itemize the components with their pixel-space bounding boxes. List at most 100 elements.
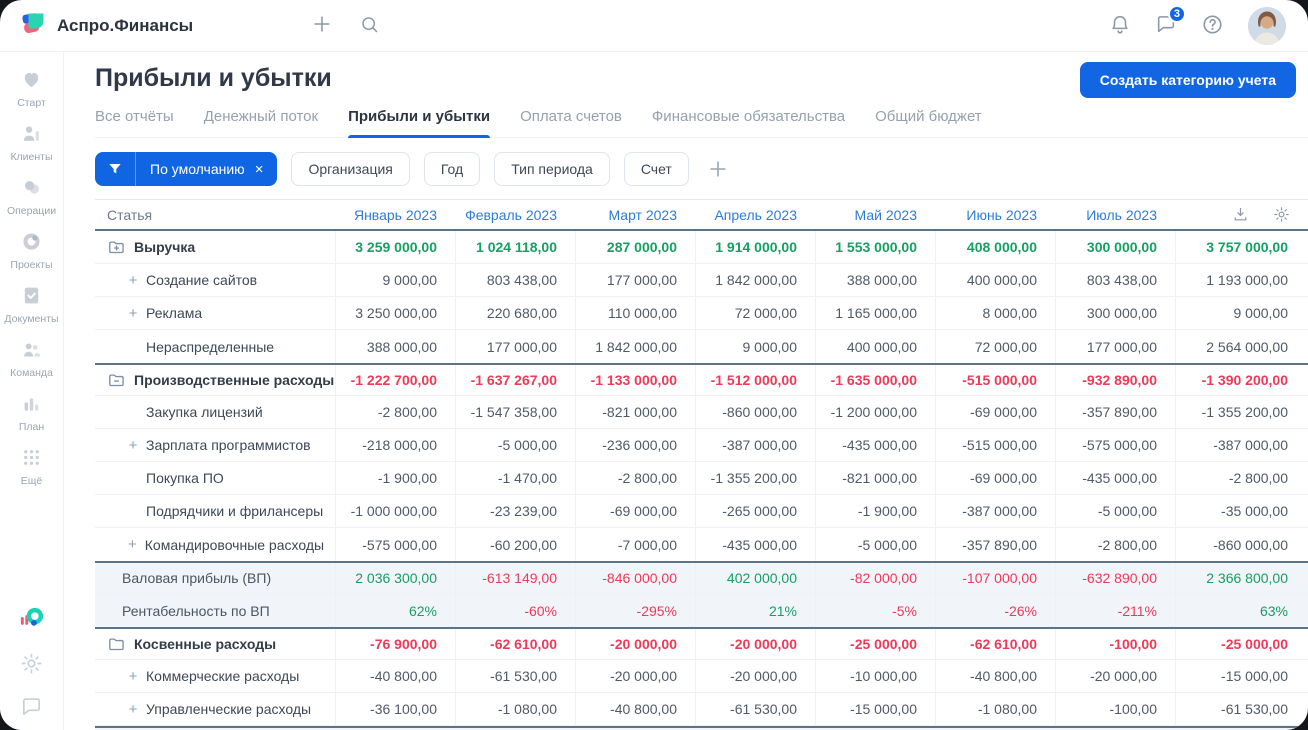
- avatar[interactable]: [1248, 6, 1286, 45]
- value-cell: -15 000,00: [815, 693, 935, 725]
- folder-icon[interactable]: [107, 635, 126, 654]
- expand-plus-icon[interactable]: +: [128, 437, 138, 454]
- table-row[interactable]: Выручка 3 259 000,00 1 024 118,00 287 000,0…: [95, 231, 1308, 264]
- value-cell: 388 000,00: [335, 330, 455, 363]
- expand-plus-icon[interactable]: +: [128, 536, 137, 553]
- expand-plus-icon[interactable]: +: [128, 668, 138, 685]
- table-row[interactable]: Валовая прибыль (ВП) 2 036 300,00 -613 149…: [95, 561, 1308, 594]
- product-logo-icon[interactable]: [18, 605, 45, 632]
- value-cell: 2 366 800,00: [1175, 563, 1308, 593]
- value-cell: -860 000,00: [1175, 528, 1308, 561]
- column-header-month-3[interactable]: Апрель 2023: [695, 200, 815, 229]
- table-row[interactable]: Рентабельность по ВП 62% -60% -295% 21% -5% -2…: [95, 594, 1308, 627]
- table-row[interactable]: + Создание сайтов 9 000,00 803 438,00 177 00…: [95, 264, 1308, 297]
- projects-icon: [20, 230, 43, 256]
- chat-icon[interactable]: 3: [1155, 5, 1186, 38]
- table-header-row: Статья Январь 2023 Февраль 2023 Март 2023 Ап…: [95, 199, 1308, 231]
- download-icon[interactable]: [1232, 206, 1249, 223]
- table-row[interactable]: Покупка ПО -1 900,00 -1 470,00 -2 800,00 -1 …: [95, 462, 1308, 495]
- value-cell: -821 000,00: [815, 462, 935, 494]
- notification-badge: 3: [1167, 5, 1186, 23]
- value-cell: -26%: [935, 594, 1055, 627]
- value-cell: -1 222 700,00: [335, 365, 455, 395]
- sidebar-item-team[interactable]: Команда: [10, 338, 53, 379]
- column-header-month-1[interactable]: Февраль 2023: [455, 200, 575, 229]
- value-cell: 9 000,00: [695, 330, 815, 363]
- column-header-month-4[interactable]: Май 2023: [815, 200, 935, 229]
- table-row[interactable]: Подрядчики и фрилансеры -1 000 000,00 -23 …: [95, 495, 1308, 528]
- table-row[interactable]: + Зарплата программистов -218 000,00 -5 000…: [95, 429, 1308, 462]
- support-chat-icon[interactable]: [20, 695, 43, 718]
- table-row[interactable]: + Управленческие расходы -36 100,00 -1 080,…: [95, 693, 1308, 726]
- sidebar-item-more[interactable]: Ещё: [20, 446, 43, 487]
- value-cell: 177 000,00: [575, 264, 695, 296]
- value-cell: -36 100,00: [335, 693, 455, 725]
- sidebar-item-operations[interactable]: Операции: [7, 176, 56, 217]
- value-cell: 400 000,00: [935, 264, 1055, 296]
- value-cell: -35 000,00: [1175, 495, 1308, 527]
- app-name: Аспро.Финансы: [57, 15, 194, 35]
- remove-filter-icon[interactable]: ×: [255, 162, 264, 177]
- filter-chip-3[interactable]: Счет: [623, 152, 689, 186]
- row-label: Производственные расходы: [134, 372, 335, 388]
- tab-1[interactable]: Денежный поток: [204, 104, 318, 137]
- table-row[interactable]: + Реклама 3 250 000,00 220 680,00 110 000,00…: [95, 297, 1308, 330]
- active-filter-pill[interactable]: По умолчанию ×: [95, 152, 278, 186]
- tab-3[interactable]: Оплата счетов: [520, 104, 622, 137]
- value-cell: -1 133 000,00: [575, 365, 695, 395]
- row-label-cell: Рентабельность по ВП: [95, 594, 335, 627]
- filter-chip-0[interactable]: Организация: [291, 152, 410, 186]
- row-label: Выручка: [134, 239, 196, 255]
- settings-gear-icon[interactable]: [20, 652, 43, 675]
- bell-icon[interactable]: [1109, 13, 1131, 38]
- app-window: Аспро.Финансы 3 Старт Клиенты Операции Прое…: [0, 0, 1308, 730]
- tab-4[interactable]: Финансовые обязательства: [652, 104, 845, 137]
- filter-funnel-icon: [95, 152, 136, 186]
- expand-plus-icon[interactable]: +: [128, 701, 138, 718]
- value-cell: -7 000,00: [575, 528, 695, 561]
- add-filter-icon[interactable]: [707, 158, 729, 180]
- sidebar-item-documents[interactable]: Документы: [4, 284, 59, 325]
- value-cell: -387 000,00: [935, 495, 1055, 527]
- value-cell: -20 000,00: [575, 629, 695, 659]
- row-label-cell: Подрядчики и фрилансеры: [95, 495, 335, 527]
- gear-icon[interactable]: [1273, 206, 1290, 223]
- sidebar-item-plan[interactable]: План: [19, 392, 44, 433]
- help-icon[interactable]: [1201, 13, 1224, 39]
- sidebar-item-start[interactable]: Старт: [17, 68, 46, 109]
- value-cell: -20 000,00: [1055, 660, 1175, 692]
- folder-plus-icon[interactable]: [107, 238, 126, 257]
- tab-0[interactable]: Все отчёты: [95, 104, 174, 137]
- value-cell: -5%: [815, 594, 935, 627]
- table-row[interactable]: Производственные расходы -1 222 700,00 -1 …: [95, 363, 1308, 396]
- column-header-month-6[interactable]: Июль 2023: [1055, 200, 1175, 229]
- row-label: Зарплата программистов: [146, 437, 311, 453]
- column-header-month-2[interactable]: Март 2023: [575, 200, 695, 229]
- sidebar-item-clients[interactable]: Клиенты: [10, 122, 53, 163]
- filter-chip-1[interactable]: Год: [423, 152, 481, 186]
- table-header-actions: [1175, 200, 1308, 229]
- value-cell: 287 000,00: [575, 231, 695, 263]
- expand-plus-icon[interactable]: +: [128, 272, 138, 289]
- sidebar-item-projects[interactable]: Проекты: [10, 230, 53, 271]
- table-row[interactable]: Нераспределенные 388 000,00 177 000,00 1 84…: [95, 330, 1308, 363]
- column-header-month-0[interactable]: Январь 2023: [335, 200, 455, 229]
- value-cell: 1 914 000,00: [695, 231, 815, 263]
- search-icon[interactable]: [359, 14, 380, 38]
- table-row[interactable]: + Коммерческие расходы -40 800,00 -61 530,0…: [95, 660, 1308, 693]
- table-row[interactable]: Закупка лицензий -2 800,00 -1 547 358,00 -8…: [95, 396, 1308, 429]
- column-header-month-5[interactable]: Июнь 2023: [935, 200, 1055, 229]
- tab-5[interactable]: Общий бюджет: [875, 104, 982, 137]
- folder-minus-icon[interactable]: [107, 371, 126, 390]
- value-cell: -40 800,00: [335, 660, 455, 692]
- add-button[interactable]: [311, 13, 333, 38]
- value-cell: 2 564 000,00: [1175, 330, 1308, 363]
- table-row[interactable]: Косвенные расходы -76 900,00 -62 610,00 -20…: [95, 627, 1308, 660]
- create-category-button[interactable]: Создать категорию учета: [1079, 62, 1296, 98]
- table-row[interactable]: + Командировочные расходы -575 000,00 -60 2…: [95, 528, 1308, 561]
- filter-chip-2[interactable]: Тип периода: [494, 152, 610, 186]
- expand-plus-icon[interactable]: +: [128, 305, 138, 322]
- value-cell: -387 000,00: [695, 429, 815, 461]
- value-cell: -2 800,00: [575, 462, 695, 494]
- tab-2[interactable]: Прибыли и убытки: [348, 104, 491, 138]
